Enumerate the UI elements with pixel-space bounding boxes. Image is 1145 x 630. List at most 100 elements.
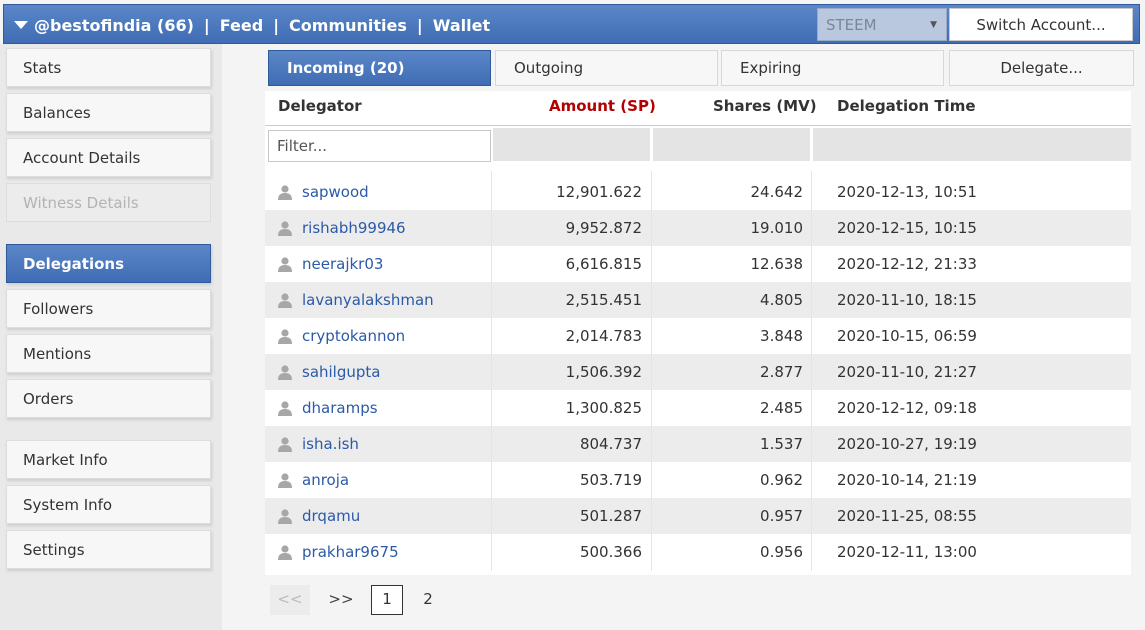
filter-cell xyxy=(493,128,650,161)
shares-mv-cell: 0.957 xyxy=(760,507,803,525)
top-nav: @bestofindia (66) | Feed | Communities |… xyxy=(14,14,490,36)
shares-mv-cell: 1.537 xyxy=(760,435,803,453)
user-icon xyxy=(278,437,292,452)
user-icon xyxy=(278,185,292,200)
delegation-time-cell: 2020-12-11, 13:00 xyxy=(837,543,977,561)
tab-incoming[interactable]: Incoming (20) xyxy=(268,50,491,86)
amount-sp-cell: 6,616.815 xyxy=(565,255,642,273)
sidebar-item-market-info[interactable]: Market Info xyxy=(6,440,211,479)
select-arrow-icon: ▼ xyxy=(930,20,937,30)
shares-mv-cell: 4.805 xyxy=(760,291,803,309)
shares-mv-cell: 0.962 xyxy=(760,471,803,489)
delegation-time-cell: 2020-11-25, 08:55 xyxy=(837,507,977,525)
table-row: dharamps 1,300.825 2.485 2020-12-12, 09:18 xyxy=(265,390,1131,426)
shares-mv-cell: 19.010 xyxy=(750,219,804,237)
sidebar-item-orders[interactable]: Orders xyxy=(6,379,211,418)
sidebar-item-followers[interactable]: Followers xyxy=(6,289,211,328)
sidebar-item-mentions[interactable]: Mentions xyxy=(6,334,211,373)
column-header-shares[interactable]: Shares (MV) xyxy=(713,97,817,123)
user-icon xyxy=(278,473,292,488)
delegator-link[interactable]: isha.ish xyxy=(302,435,359,453)
tab-delegate[interactable]: Delegate... xyxy=(949,50,1134,86)
chain-select[interactable]: STEEM ▼ xyxy=(817,8,947,41)
column-divider xyxy=(811,171,812,571)
table-row: sahilgupta 1,506.392 2.877 2020-11-10, 21:2… xyxy=(265,354,1131,390)
shares-mv-cell: 24.642 xyxy=(750,183,804,201)
pagination-page-2[interactable]: 2 xyxy=(418,585,438,615)
nav-separator: | xyxy=(416,15,423,35)
pagination-next-button[interactable]: >> xyxy=(326,585,356,615)
delegator-link[interactable]: drqamu xyxy=(302,507,360,525)
account-name-link[interactable]: @bestofindia (66) xyxy=(34,16,194,35)
delegator-link[interactable]: dharamps xyxy=(302,399,378,417)
table-row: sapwood 12,901.622 24.642 2020-12-13, 10:51 xyxy=(265,174,1131,210)
delegator-link[interactable]: prakhar9675 xyxy=(302,543,399,561)
sidebar-item-system-info[interactable]: System Info xyxy=(6,485,211,524)
user-icon xyxy=(278,365,292,380)
amount-sp-cell: 2,014.783 xyxy=(565,327,642,345)
sidebar-item-stats[interactable]: Stats xyxy=(6,48,211,87)
sidebar-item-delegations[interactable]: Delegations xyxy=(6,244,211,283)
column-header-amount[interactable]: Amount (SP) xyxy=(549,97,656,123)
caret-down-icon[interactable] xyxy=(14,21,28,29)
amount-sp-cell: 500.366 xyxy=(579,543,642,561)
amount-sp-cell: 12,901.622 xyxy=(556,183,642,201)
user-icon xyxy=(278,221,292,236)
delegation-time-cell: 2020-11-10, 21:27 xyxy=(837,363,977,381)
header-divider xyxy=(265,125,1131,126)
delegation-time-cell: 2020-11-10, 18:15 xyxy=(837,291,977,309)
sidebar-item-settings[interactable]: Settings xyxy=(6,530,211,569)
amount-sp-cell: 804.737 xyxy=(579,435,642,453)
table-row: neerajkr03 6,616.815 12.638 2020-12-12, 21:… xyxy=(265,246,1131,282)
nav-wallet-link[interactable]: Wallet xyxy=(433,16,490,35)
user-icon xyxy=(278,257,292,272)
table-row: cryptokannon 2,014.783 3.848 2020-10-15, 06… xyxy=(265,318,1131,354)
delegation-time-cell: 2020-10-14, 21:19 xyxy=(837,471,977,489)
table-row: anroja 503.719 0.962 2020-10-14, 21:19 xyxy=(265,462,1131,498)
table-row: drqamu 501.287 0.957 2020-11-25, 08:55 xyxy=(265,498,1131,534)
user-icon xyxy=(278,509,292,524)
shares-mv-cell: 2.485 xyxy=(760,399,803,417)
table-row: lavanyalakshman 2,515.451 4.805 2020-11-10,… xyxy=(265,282,1131,318)
tab-outgoing[interactable]: Outgoing xyxy=(495,50,718,86)
tab-expiring[interactable]: Expiring xyxy=(721,50,944,86)
amount-sp-cell: 1,300.825 xyxy=(565,399,642,417)
delegator-link[interactable]: anroja xyxy=(302,471,349,489)
pagination-page-1[interactable]: 1 xyxy=(371,585,403,615)
sidebar-item-account-details[interactable]: Account Details xyxy=(6,138,211,177)
amount-sp-cell: 501.287 xyxy=(579,507,642,525)
delegator-link[interactable]: neerajkr03 xyxy=(302,255,383,273)
delegator-link[interactable]: sahilgupta xyxy=(302,363,380,381)
user-icon xyxy=(278,545,292,560)
filter-cell xyxy=(813,128,1131,161)
shares-mv-cell: 2.877 xyxy=(760,363,803,381)
delegator-link[interactable]: rishabh99946 xyxy=(302,219,406,237)
nav-feed-link[interactable]: Feed xyxy=(220,16,263,35)
table-row: isha.ish 804.737 1.537 2020-10-27, 19:19 xyxy=(265,426,1131,462)
sidebar-item-balances[interactable]: Balances xyxy=(6,93,211,132)
delegation-time-cell: 2020-12-12, 21:33 xyxy=(837,255,977,273)
nav-separator: | xyxy=(203,15,210,35)
column-header-delegation-time[interactable]: Delegation Time xyxy=(837,97,976,123)
user-icon xyxy=(278,401,292,416)
column-divider xyxy=(491,171,492,571)
column-divider xyxy=(651,171,652,571)
delegator-link[interactable]: cryptokannon xyxy=(302,327,405,345)
delegator-link[interactable]: sapwood xyxy=(302,183,369,201)
amount-sp-cell: 1,506.392 xyxy=(565,363,642,381)
nav-communities-link[interactable]: Communities xyxy=(289,16,407,35)
delegation-time-cell: 2020-10-27, 19:19 xyxy=(837,435,977,453)
switch-account-button[interactable]: Switch Account... xyxy=(949,8,1133,41)
sidebar: Stats Balances Account Details Witness D… xyxy=(0,44,222,630)
delegator-filter-input[interactable]: Filter... xyxy=(268,130,491,162)
user-icon xyxy=(278,293,292,308)
delegation-time-cell: 2020-12-15, 10:15 xyxy=(837,219,977,237)
chain-select-value: STEEM xyxy=(826,16,877,34)
amount-sp-cell: 9,952.872 xyxy=(565,219,642,237)
delegator-link[interactable]: lavanyalakshman xyxy=(302,291,434,309)
delegation-time-cell: 2020-12-13, 10:51 xyxy=(837,183,977,201)
pagination-prev-button[interactable]: << xyxy=(270,585,310,615)
column-header-delegator[interactable]: Delegator xyxy=(278,97,362,123)
table-row: prakhar9675 500.366 0.956 2020-12-11, 13:00 xyxy=(265,534,1131,570)
main-content: Incoming (20) Outgoing Expiring Delegate… xyxy=(222,44,1145,630)
